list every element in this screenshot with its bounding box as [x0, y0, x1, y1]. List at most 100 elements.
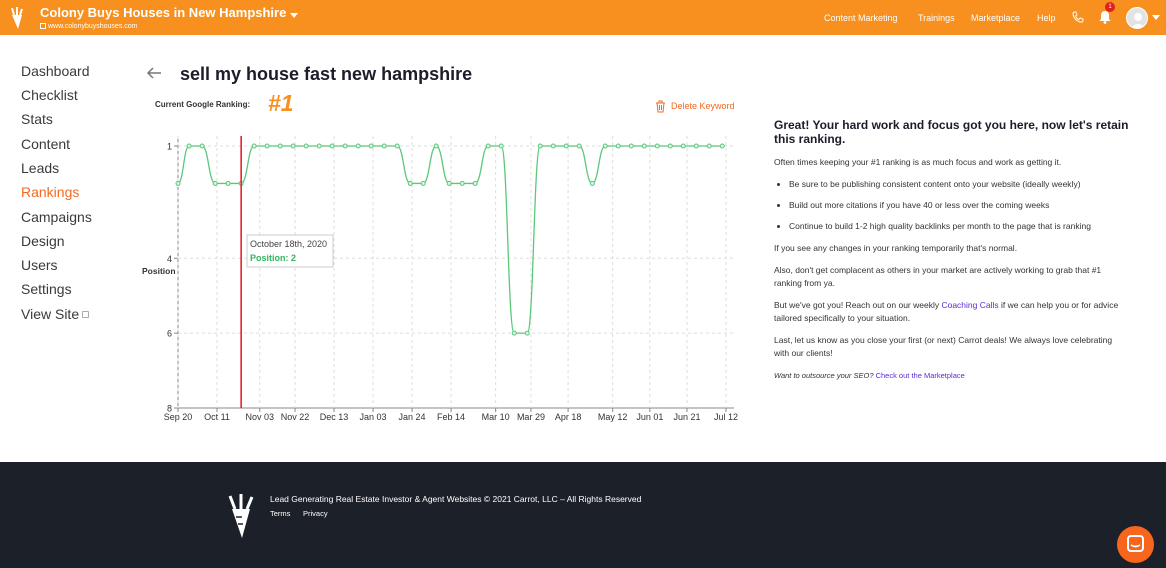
- chat-button[interactable]: [1117, 526, 1154, 563]
- data-point: [199, 143, 205, 149]
- notification-badge: 1: [1105, 2, 1115, 12]
- avatar[interactable]: [1126, 7, 1148, 29]
- account-chevron-down-icon[interactable]: [1152, 15, 1160, 20]
- data-point: [563, 143, 569, 149]
- data-point: [654, 143, 660, 149]
- sidebar-item-dashboard[interactable]: Dashboard: [21, 63, 90, 79]
- sidebar-item-view-site[interactable]: View Site: [21, 306, 90, 322]
- data-point: [342, 143, 348, 149]
- data-point: [667, 143, 673, 149]
- sidebar-item-rankings[interactable]: Rankings: [21, 184, 79, 200]
- advice-paragraph: If you see any changes in your ranking t…: [774, 243, 1018, 253]
- data-point: [511, 330, 517, 336]
- advice-panel: Great! Your hard work and focus got you …: [774, 118, 1129, 391]
- external-link-icon: [82, 311, 90, 318]
- data-point: [459, 180, 465, 186]
- y-tick-label: 6: [167, 329, 172, 339]
- y-tick-label: 1: [167, 142, 172, 152]
- data-point: [628, 143, 634, 149]
- sidebar-item-leads[interactable]: Leads: [21, 160, 59, 176]
- x-tick-label: Mar 10: [482, 412, 510, 422]
- x-tick-label: Mar 29: [517, 412, 545, 422]
- external-link-icon: [40, 23, 46, 29]
- nav-content-marketing[interactable]: Content Marketing: [824, 13, 898, 23]
- data-point: [420, 180, 426, 186]
- y-axis-label: Position: [142, 266, 176, 276]
- carrot-logo-icon[interactable]: [8, 6, 26, 30]
- site-title[interactable]: Colony Buys Houses in New Hampshire: [40, 5, 286, 20]
- ranking-chart: 1468PositionSep 20 Oct 11 Nov 03 Nov 22 Dec …: [142, 136, 738, 422]
- tooltip-position: Position: 2: [250, 253, 296, 263]
- advice-paragraph: But we've got you! Reach out on our week…: [774, 299, 1129, 325]
- data-point: [433, 143, 439, 149]
- advice-bullet: Build out more citations if you have 40 …: [789, 199, 1129, 212]
- data-point: [719, 143, 725, 149]
- data-point: [175, 180, 181, 186]
- tooltip-date: October 18th, 2020: [250, 239, 327, 249]
- advice-title: Great! Your hard work and focus got you …: [774, 118, 1129, 146]
- phone-icon[interactable]: [1072, 11, 1084, 23]
- x-tick-label: Dec 13: [320, 412, 349, 422]
- chat-icon: [1127, 535, 1144, 552]
- sidebar-item-label: View Site: [21, 306, 80, 322]
- site-url[interactable]: www.colonybuyshouses.com: [40, 23, 138, 30]
- x-tick-label: Jan 03: [360, 412, 387, 422]
- x-tick-label: Sep 20: [164, 412, 193, 422]
- x-tick-label: Jun 21: [673, 412, 700, 422]
- data-point: [329, 143, 335, 149]
- data-point: [303, 143, 309, 149]
- data-point: [576, 143, 582, 149]
- y-tick-label: 4: [167, 254, 172, 264]
- trash-icon[interactable]: [655, 100, 666, 113]
- nav-trainings[interactable]: Trainings: [918, 13, 955, 23]
- site-url-text: www.colonybuyshouses.com: [48, 23, 138, 30]
- data-point: [407, 180, 413, 186]
- site-switcher-chevron-down-icon[interactable]: [290, 13, 298, 18]
- data-point: [381, 143, 387, 149]
- data-point: [641, 143, 647, 149]
- data-point: [277, 143, 283, 149]
- advice-bullet: Be sure to be publishing consistent cont…: [789, 178, 1129, 191]
- data-point: [446, 180, 452, 186]
- coaching-calls-link[interactable]: Coaching Calls: [941, 300, 998, 310]
- data-point: [589, 180, 595, 186]
- footer: [0, 462, 1166, 568]
- bell-icon[interactable]: [1099, 10, 1111, 24]
- delete-keyword-button[interactable]: Delete Keyword: [671, 101, 735, 111]
- data-point: [693, 143, 699, 149]
- current-ranking-label: Current Google Ranking:: [155, 100, 251, 109]
- data-point: [290, 143, 296, 149]
- outsource-prefix: Want to outsource your SEO?: [774, 371, 874, 380]
- x-tick-label: Oct 11: [204, 412, 230, 422]
- data-point: [602, 143, 608, 149]
- nav-help[interactable]: Help: [1037, 13, 1056, 23]
- data-point: [251, 143, 257, 149]
- sidebar-item-users[interactable]: Users: [21, 257, 58, 273]
- sidebar-item-content[interactable]: Content: [21, 136, 70, 152]
- back-arrow-icon[interactable]: [146, 66, 162, 80]
- outsource-seo-note: Want to outsource your SEO? Check out th…: [774, 369, 1129, 382]
- x-tick-label: Nov 22: [281, 412, 310, 422]
- nav-marketplace[interactable]: Marketplace: [971, 13, 1020, 23]
- data-point: [212, 180, 218, 186]
- sidebar-item-campaigns[interactable]: Campaigns: [21, 209, 92, 225]
- x-tick-label: Jul 12: [714, 412, 738, 422]
- data-point: [615, 143, 621, 149]
- data-point: [394, 143, 400, 149]
- sidebar-item-stats[interactable]: Stats: [21, 111, 53, 127]
- footer-link-privacy[interactable]: Privacy: [303, 509, 328, 518]
- x-tick-label: Feb 14: [437, 412, 465, 422]
- advice-intro: Often times keeping your #1 ranking is a…: [774, 157, 1062, 167]
- sidebar-item-checklist[interactable]: Checklist: [21, 87, 78, 103]
- data-point: [680, 143, 686, 149]
- keyword-title: sell my house fast new hampshire: [180, 64, 473, 84]
- data-point: [537, 143, 543, 149]
- sidebar-item-design[interactable]: Design: [21, 233, 65, 249]
- footer-link-terms[interactable]: Terms: [270, 509, 290, 518]
- advice-paragraph: Last, let us know as you close your firs…: [774, 335, 1113, 358]
- marketplace-link[interactable]: Check out the Marketplace: [876, 371, 965, 380]
- advice-bullet: Continue to build 1-2 high quality backl…: [789, 220, 1129, 233]
- coaching-text-before: But we've got you! Reach out on our week…: [774, 300, 942, 310]
- sidebar-item-settings[interactable]: Settings: [21, 281, 72, 297]
- data-point: [706, 143, 712, 149]
